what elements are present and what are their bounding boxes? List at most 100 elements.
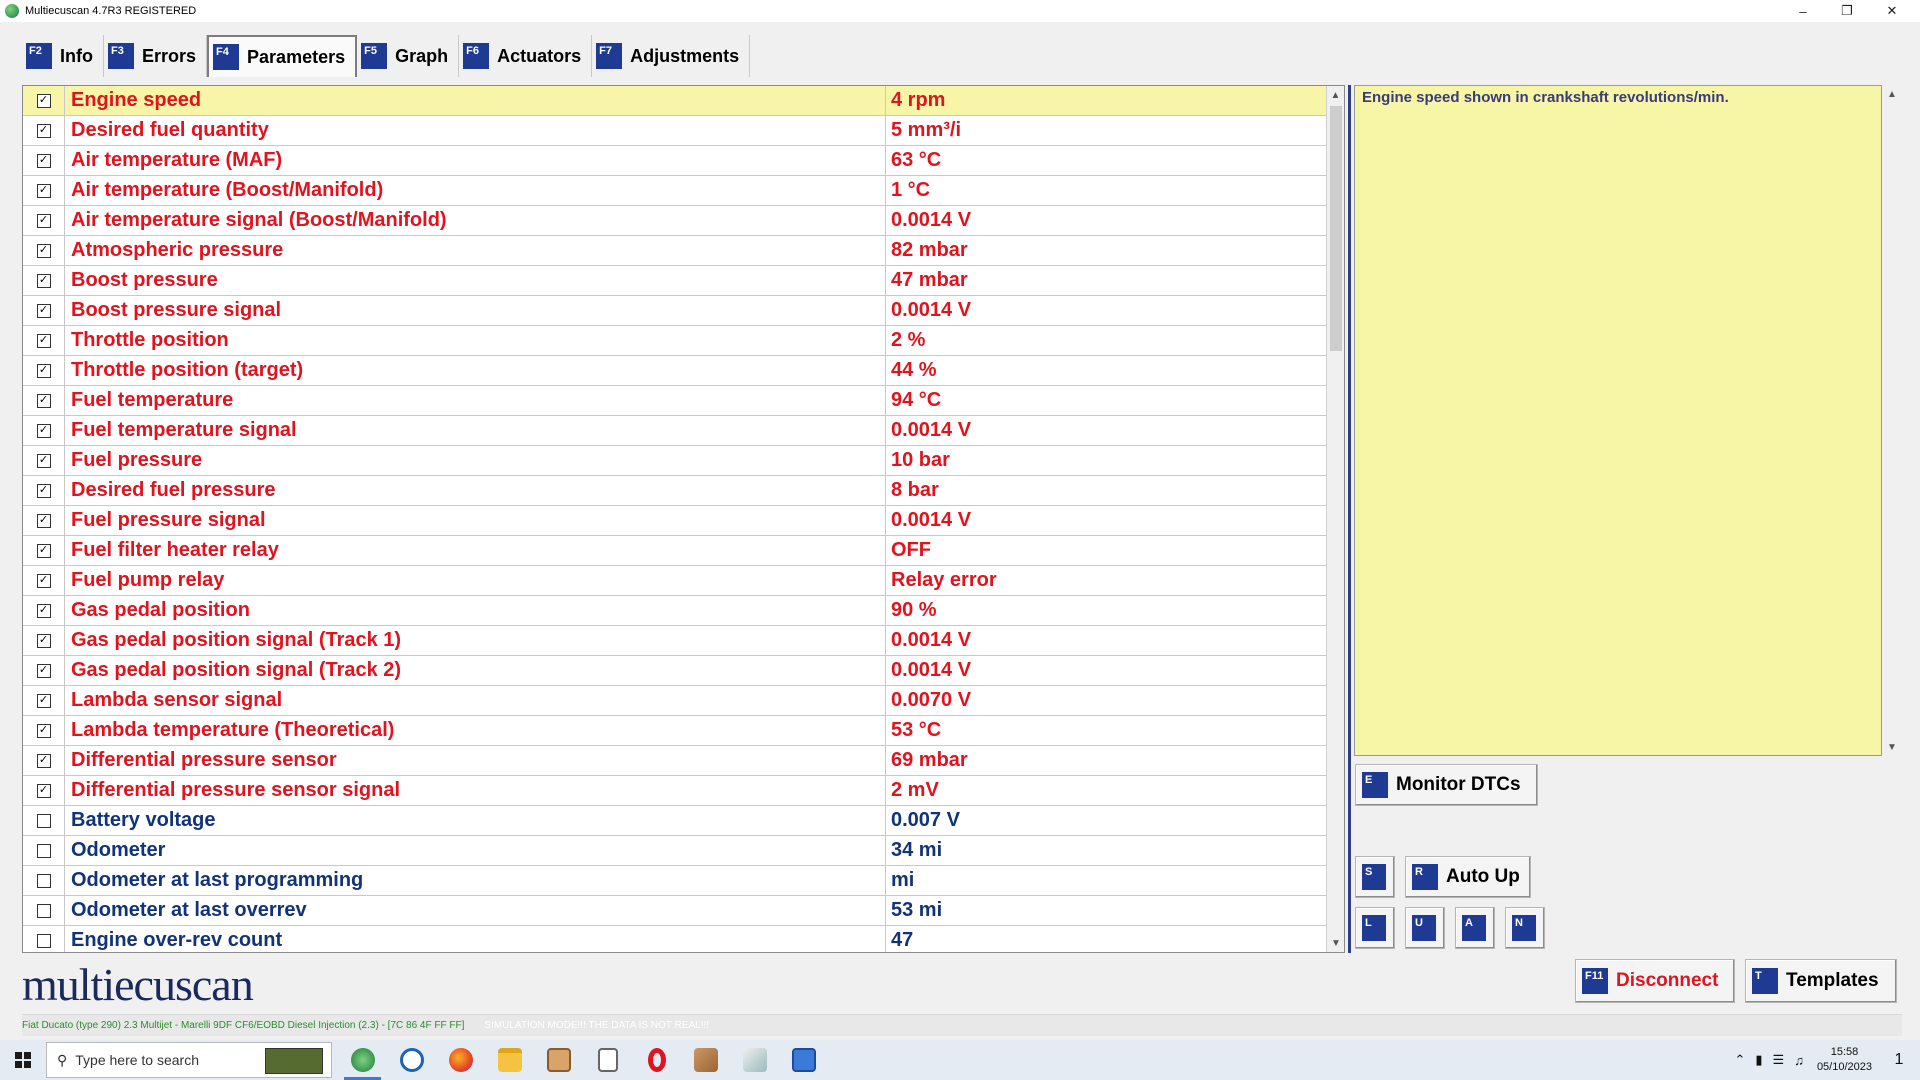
row-checkbox-cell[interactable] [23,866,65,895]
table-row[interactable]: ✓ Air temperature signal (Boost/Manifold)… [23,206,1326,236]
checked-checkbox[interactable]: ✓ [36,273,51,288]
table-row[interactable]: ✓ Gas pedal position signal (Track 1) 0.00… [23,626,1326,656]
unchecked-checkbox[interactable] [36,933,51,948]
checked-checkbox[interactable]: ✓ [36,93,51,108]
taskbar-tool-icon[interactable] [681,1040,730,1080]
taskbar-file-explorer-icon[interactable] [485,1040,534,1080]
taskbar-opera-icon[interactable] [632,1040,681,1080]
tab-info[interactable]: F2 Info [22,35,104,77]
table-row[interactable]: ✓ Differential pressure sensor 69 mbar [23,746,1326,776]
minimize-button[interactable]: – [1783,0,1823,22]
checked-checkbox[interactable]: ✓ [36,423,51,438]
templates-button[interactable]: T Templates [1745,959,1897,1003]
checked-checkbox[interactable]: ✓ [36,183,51,198]
unchecked-checkbox[interactable] [36,843,51,858]
unchecked-checkbox[interactable] [36,813,51,828]
table-row[interactable]: ✓ Lambda temperature (Theoretical) 53 °C [23,716,1326,746]
checked-checkbox[interactable]: ✓ [36,453,51,468]
taskbar-search[interactable]: ⚲ Type here to search [46,1042,332,1078]
row-checkbox-cell[interactable]: ✓ [23,266,65,295]
table-row[interactable]: ✓ Gas pedal position 90 % [23,596,1326,626]
start-button[interactable] [0,1040,46,1080]
n-button[interactable]: N [1505,907,1545,949]
checked-checkbox[interactable]: ✓ [36,663,51,678]
restore-button[interactable]: ❐ [1827,0,1867,22]
row-checkbox-cell[interactable]: ✓ [23,776,65,805]
row-checkbox-cell[interactable]: ✓ [23,236,65,265]
monitor-dtcs-button[interactable]: E Monitor DTCs [1355,764,1538,806]
taskbar-paint-icon[interactable] [730,1040,779,1080]
network-icon[interactable]: ☰ [1773,1052,1785,1068]
row-checkbox-cell[interactable]: ✓ [23,446,65,475]
checked-checkbox[interactable]: ✓ [36,483,51,498]
row-checkbox-cell[interactable] [23,836,65,865]
row-checkbox-cell[interactable]: ✓ [23,206,65,235]
checked-checkbox[interactable]: ✓ [36,753,51,768]
tab-adjustments[interactable]: F7 Adjustments [592,35,751,77]
taskbar-circle-app-icon[interactable] [387,1040,436,1080]
auto-up-button[interactable]: R Auto Up [1405,856,1531,898]
tab-graph[interactable]: F5 Graph [357,35,460,77]
checked-checkbox[interactable]: ✓ [36,153,51,168]
table-row[interactable]: Odometer 34 mi [23,836,1326,866]
row-checkbox-cell[interactable]: ✓ [23,176,65,205]
table-row[interactable]: ✓ Gas pedal position signal (Track 2) 0.00… [23,656,1326,686]
row-checkbox-cell[interactable] [23,926,65,952]
checked-checkbox[interactable]: ✓ [36,783,51,798]
row-checkbox-cell[interactable]: ✓ [23,506,65,535]
row-checkbox-cell[interactable]: ✓ [23,356,65,385]
checked-checkbox[interactable]: ✓ [36,393,51,408]
unchecked-checkbox[interactable] [36,903,51,918]
a-button[interactable]: A [1455,907,1495,949]
table-row[interactable]: Battery voltage 0.007 V [23,806,1326,836]
tab-errors[interactable]: F3 Errors [104,35,208,77]
table-row[interactable]: ✓ Atmospheric pressure 82 mbar [23,236,1326,266]
scroll-down-icon[interactable]: ▼ [1883,738,1901,756]
table-row[interactable]: ✓ Throttle position 2 % [23,326,1326,356]
table-row[interactable]: ✓ Lambda sensor signal 0.0070 V [23,686,1326,716]
s-button[interactable]: S [1355,856,1395,898]
close-button[interactable]: ✕ [1872,0,1912,22]
u-button[interactable]: U [1405,907,1445,949]
checked-checkbox[interactable]: ✓ [36,573,51,588]
checked-checkbox[interactable]: ✓ [36,603,51,618]
checked-checkbox[interactable]: ✓ [36,723,51,738]
grid-scrollbar[interactable]: ▲ ▼ [1326,86,1344,952]
table-row[interactable]: ✓ Fuel pressure signal 0.0014 V [23,506,1326,536]
volume-icon[interactable]: ♫ [1794,1053,1804,1068]
l-button[interactable]: L [1355,907,1395,949]
table-row[interactable]: ✓ Desired fuel pressure 8 bar [23,476,1326,506]
table-row[interactable]: Odometer at last programming mi [23,866,1326,896]
panel-divider[interactable] [1348,85,1351,953]
taskbar-firefox-icon[interactable] [436,1040,485,1080]
row-checkbox-cell[interactable]: ✓ [23,536,65,565]
row-checkbox-cell[interactable]: ✓ [23,746,65,775]
row-checkbox-cell[interactable]: ✓ [23,716,65,745]
scroll-thumb[interactable] [1330,106,1342,351]
table-row[interactable]: ✓ Boost pressure signal 0.0014 V [23,296,1326,326]
row-checkbox-cell[interactable]: ✓ [23,146,65,175]
row-checkbox-cell[interactable]: ✓ [23,116,65,145]
taskbar-photos-icon[interactable] [779,1040,828,1080]
checked-checkbox[interactable]: ✓ [36,363,51,378]
table-row[interactable]: ✓ Throttle position (target) 44 % [23,356,1326,386]
notifications-icon[interactable]: 1 [1884,1045,1914,1075]
checked-checkbox[interactable]: ✓ [36,123,51,138]
row-checkbox-cell[interactable]: ✓ [23,326,65,355]
row-checkbox-cell[interactable] [23,896,65,925]
table-row[interactable]: ✓ Fuel temperature 94 °C [23,386,1326,416]
checked-checkbox[interactable]: ✓ [36,513,51,528]
table-row[interactable]: ✓ Air temperature (MAF) 63 °C [23,146,1326,176]
tab-actuators[interactable]: F6 Actuators [459,35,593,77]
chevron-up-icon[interactable]: ⌃ [1734,1052,1745,1068]
table-row[interactable]: ✓ Fuel pump relay Relay error [23,566,1326,596]
checked-checkbox[interactable]: ✓ [36,633,51,648]
description-scrollbar[interactable]: ▲ ▼ [1883,85,1901,756]
table-row[interactable]: ✓ Fuel filter heater relay OFF [23,536,1326,566]
table-row[interactable]: ✓ Differential pressure sensor signal 2 mV [23,776,1326,806]
checked-checkbox[interactable]: ✓ [36,333,51,348]
checked-checkbox[interactable]: ✓ [36,243,51,258]
row-checkbox-cell[interactable]: ✓ [23,476,65,505]
scroll-down-icon[interactable]: ▼ [1327,934,1344,952]
table-row[interactable]: ✓ Desired fuel quantity 5 mm³/i [23,116,1326,146]
